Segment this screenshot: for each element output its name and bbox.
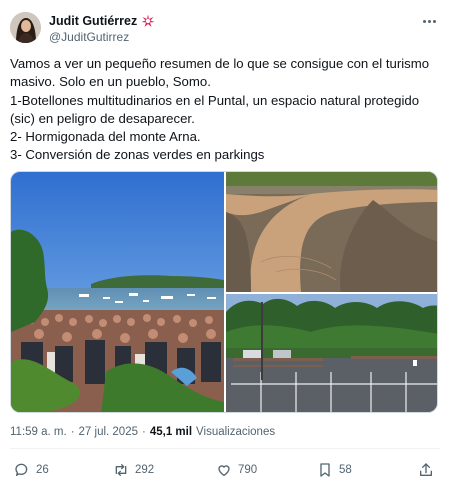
tweet-text: Vamos a ver un pequeño resumen de lo que…	[10, 55, 442, 165]
meta-separator: ·	[70, 426, 75, 438]
divider	[10, 448, 440, 449]
heart-icon	[218, 465, 230, 476]
tweet-text-line: (sic) en peligro de desaparecer.	[10, 110, 195, 126]
repost-icon	[115, 464, 127, 476]
parking-lot-image[interactable]	[226, 294, 438, 413]
name-row: Judit Gutiérrez	[49, 13, 155, 29]
repost-count: 292	[135, 464, 155, 476]
views-label: Visualizaciones	[196, 426, 276, 438]
bookmark-icon	[320, 463, 330, 477]
tweet-meta: 11:59 a. m. · 27 jul. 2025 · 45,1 mil Vi…	[10, 426, 275, 438]
tweet-text-line: masivo. Solo en un pueblo, Somo.	[10, 74, 211, 90]
tweet-time[interactable]: 11:59 a. m.	[10, 426, 67, 438]
tweet-text-line: 3- Conversión de zonas verdes en parking…	[10, 147, 265, 163]
like-button[interactable]: 790	[216, 462, 257, 478]
reply-button[interactable]: 26	[14, 462, 49, 478]
more-options-icon[interactable]	[420, 14, 438, 28]
tweet-text-line: 2- Hormigonada del monte Arna.	[10, 129, 201, 145]
reply-icon	[15, 463, 28, 476]
tweet-card: Judit Gutiérrez @JuditGutirrez Vamos a v…	[0, 0, 450, 491]
bookmark-count: 58	[339, 464, 352, 476]
bookmark-button[interactable]: 58	[317, 462, 352, 478]
tweet-header: Judit Gutiérrez @JuditGutirrez	[10, 12, 440, 46]
display-name[interactable]: Judit Gutiérrez	[49, 14, 137, 28]
share-button[interactable]	[418, 462, 434, 478]
crowd-beach-image[interactable]	[11, 172, 224, 413]
action-bar: 26 292 790 58	[10, 462, 440, 482]
tweet-text-line: 1-Botellones multitudinarios en el Punta…	[10, 92, 420, 108]
sparkle-heart-icon	[141, 14, 155, 28]
avatar[interactable]	[10, 12, 41, 43]
like-count: 790	[238, 464, 258, 476]
share-icon	[420, 463, 432, 476]
views-count: 45,1 mil	[149, 426, 193, 438]
reply-count: 26	[36, 464, 49, 476]
meta-separator: ·	[142, 426, 146, 438]
repost-button[interactable]: 292	[113, 462, 154, 478]
tweet-text-line: Vamos a ver un pequeño resumen de lo que…	[10, 56, 430, 71]
handle[interactable]: @JuditGutirrez	[49, 30, 129, 44]
dirt-path-image[interactable]	[226, 172, 438, 292]
media-grid	[10, 171, 438, 413]
tweet-date[interactable]: 27 jul. 2025	[79, 426, 138, 438]
